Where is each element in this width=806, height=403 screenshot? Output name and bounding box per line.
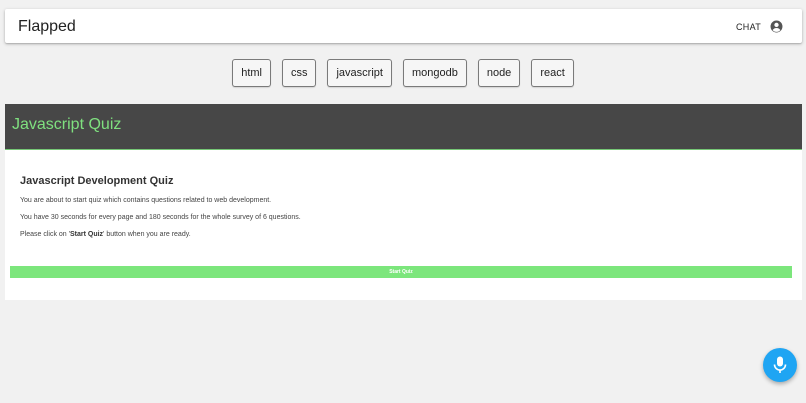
microphone-icon	[773, 356, 787, 373]
start-quiz-button[interactable]: Start Quiz	[10, 266, 792, 278]
quiz-header-title: Javascript Quiz	[12, 116, 122, 133]
app-bar: Flapped CHAT	[5, 9, 802, 43]
quiz-timing-text: You have 30 seconds for every page and 1…	[20, 214, 301, 221]
topic-buttons: html css javascript mongodb node react	[0, 59, 806, 89]
quiz-card: Javascript Development Quiz You are abou…	[5, 150, 802, 300]
account-circle-icon[interactable]	[770, 20, 783, 33]
quiz-header: Javascript Quiz	[5, 104, 802, 150]
topic-node-button[interactable]: node	[477, 59, 521, 87]
instruction-prefix: Please click on '	[20, 231, 70, 238]
instruction-suffix: ' button when you are ready.	[103, 231, 191, 238]
topic-css-button[interactable]: css	[281, 59, 317, 87]
brand-title[interactable]: Flapped	[18, 17, 76, 37]
chat-link[interactable]: CHAT	[736, 21, 761, 33]
topic-mongodb-button[interactable]: mongodb	[402, 59, 467, 87]
instruction-start-quiz: Start Quiz	[69, 231, 104, 238]
topic-javascript-button[interactable]: javascript	[327, 59, 392, 87]
quiz-intro-text: You are about to start quiz which contai…	[20, 197, 272, 204]
quiz-title: Javascript Development Quiz	[20, 175, 174, 187]
topic-html-button[interactable]: html	[232, 59, 271, 87]
microphone-button[interactable]	[763, 348, 797, 382]
quiz-instruction-text: Please click on 'Start Quiz' button when…	[20, 230, 191, 240]
topic-react-button[interactable]: react	[531, 59, 574, 87]
